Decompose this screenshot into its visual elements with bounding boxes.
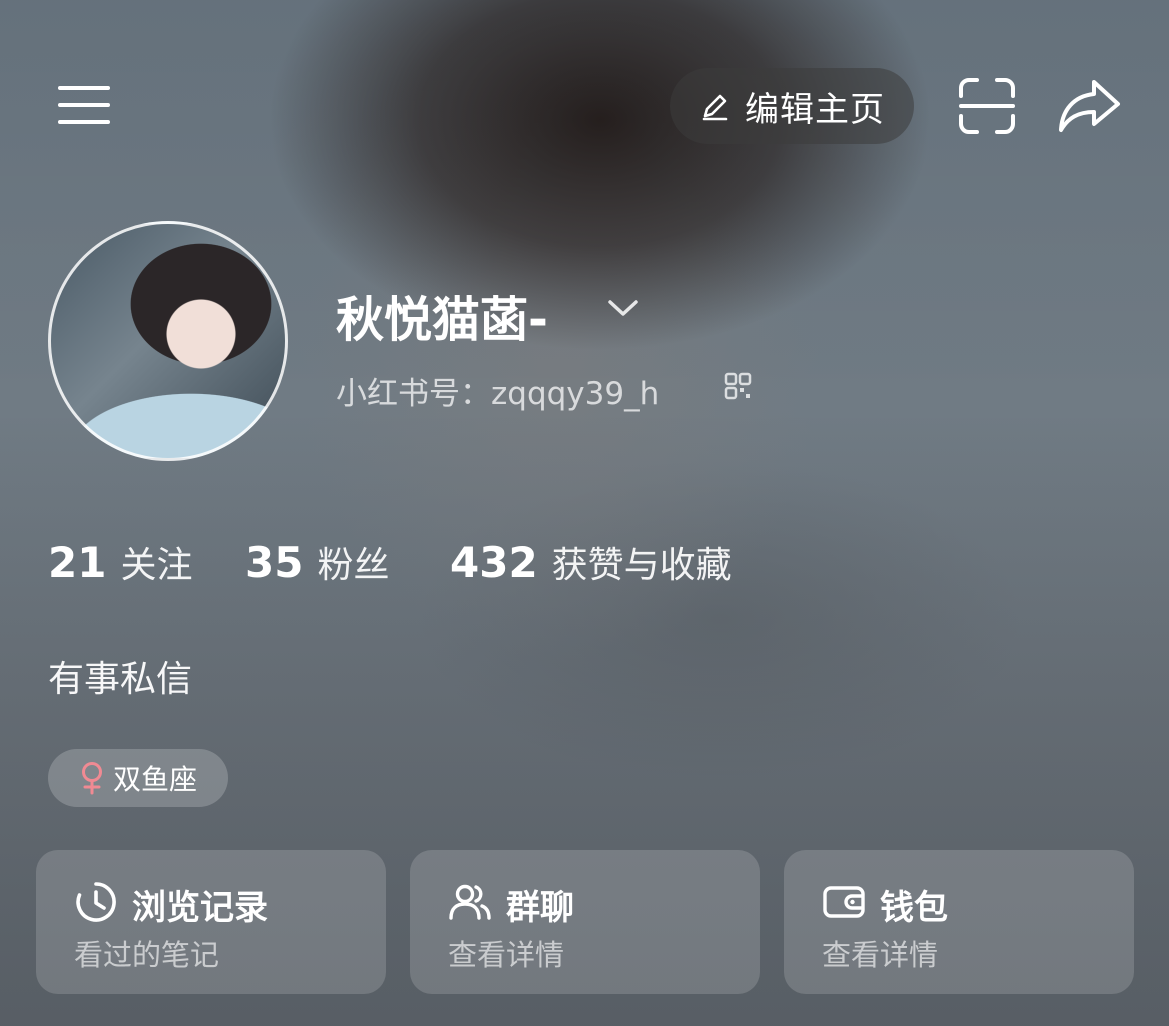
menu-line <box>58 103 110 107</box>
pencil-icon <box>702 94 728 121</box>
card-wallet[interactable]: 钱包 查看详情 <box>784 850 1134 994</box>
stat-likes-label: 获赞与收藏 <box>551 545 732 586</box>
stat-likes-count: 432 <box>450 538 538 587</box>
stat-followers[interactable]: 35 粉丝 <box>245 536 389 588</box>
menu-line <box>58 120 110 124</box>
card-group-chat[interactable]: 群聊 查看详情 <box>410 850 760 994</box>
chevron-down-icon[interactable] <box>606 296 640 320</box>
profile-bio: 有事私信 <box>48 659 193 700</box>
card-wallet-title: 钱包 <box>880 888 948 928</box>
redbook-id: 小红书号：zqqqy39_h <box>336 376 660 412</box>
zodiac-tag-label: 双鱼座 <box>112 763 197 796</box>
zodiac-tag: 双鱼座 <box>48 749 228 807</box>
share-icon[interactable] <box>1058 78 1122 134</box>
stat-followers-count: 35 <box>245 538 304 587</box>
menu-line <box>58 86 110 90</box>
group-icon <box>449 884 491 920</box>
card-browse-history[interactable]: 浏览记录 看过的笔记 <box>36 850 386 994</box>
card-wallet-subtitle: 查看详情 <box>822 938 939 972</box>
stat-followers-label: 粉丝 <box>317 545 390 586</box>
menu-icon[interactable] <box>56 82 112 128</box>
edit-profile-label: 编辑主页 <box>745 89 885 130</box>
username[interactable]: 秋悦猫菡- <box>336 280 548 350</box>
qr-code-icon[interactable] <box>724 372 752 400</box>
stat-following-count: 21 <box>48 538 107 587</box>
card-group-chat-title: 群聊 <box>506 888 574 928</box>
edit-profile-button[interactable]: 编辑主页 <box>670 68 914 144</box>
avatar[interactable] <box>48 221 288 461</box>
history-clock-icon <box>76 882 116 922</box>
card-group-chat-subtitle: 查看详情 <box>448 938 565 972</box>
stat-following[interactable]: 21 关注 <box>48 536 192 588</box>
scan-icon[interactable] <box>958 78 1016 134</box>
card-browse-history-title: 浏览记录 <box>132 888 268 928</box>
stat-following-label: 关注 <box>120 545 193 586</box>
female-icon <box>81 762 102 795</box>
wallet-icon <box>823 886 865 918</box>
card-browse-history-subtitle: 看过的笔记 <box>74 938 220 972</box>
stat-likes-collections[interactable]: 432 获赞与收藏 <box>450 536 732 588</box>
